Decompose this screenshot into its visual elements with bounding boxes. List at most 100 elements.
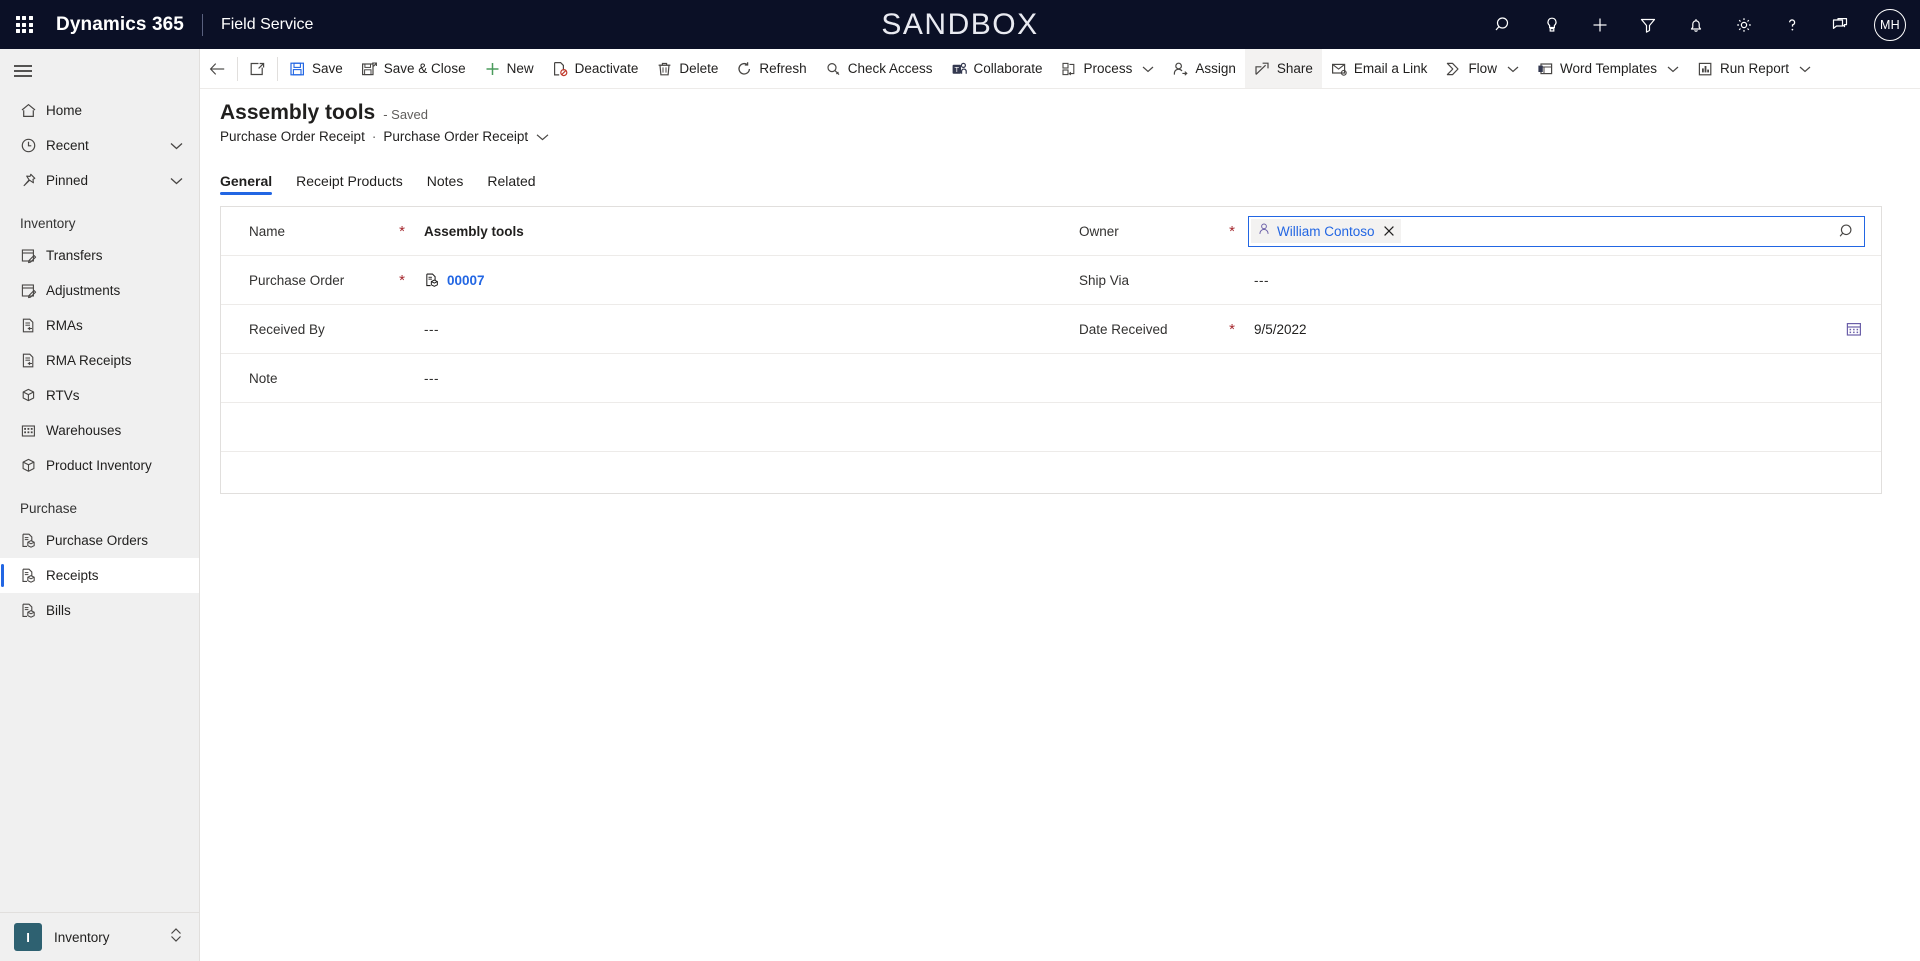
received-by-input[interactable]: --- bbox=[409, 322, 1035, 337]
command-label: Run Report bbox=[1720, 61, 1790, 76]
required-indicator: * bbox=[399, 222, 405, 240]
quick-create-icon[interactable] bbox=[1576, 0, 1624, 49]
save-state-label: - Saved bbox=[383, 107, 429, 122]
sidebar-item-pinned[interactable]: Pinned bbox=[0, 163, 199, 198]
chevron-down-icon[interactable] bbox=[1503, 65, 1519, 73]
assign-button[interactable]: Assign bbox=[1163, 49, 1245, 88]
sidebar-item-label: RMA Receipts bbox=[46, 353, 132, 368]
area-switcher[interactable]: I Inventory bbox=[0, 912, 199, 961]
chevron-down-icon[interactable] bbox=[1138, 65, 1154, 73]
command-label: Share bbox=[1276, 61, 1313, 76]
notifications-bell-icon[interactable] bbox=[1672, 0, 1720, 49]
tab-notes[interactable]: Notes bbox=[415, 173, 476, 195]
deactivate-button[interactable]: Deactivate bbox=[543, 49, 648, 88]
search-icon[interactable] bbox=[1838, 222, 1860, 241]
word-templates-button[interactable]: Word Templates bbox=[1528, 49, 1688, 88]
area-badge: I bbox=[14, 923, 42, 951]
filter-icon[interactable] bbox=[1624, 0, 1672, 49]
breadcrumb-current[interactable]: Purchase Order Receipt bbox=[383, 129, 528, 144]
tab-receipt-products[interactable]: Receipt Products bbox=[284, 173, 415, 195]
sidebar-item-label: Warehouses bbox=[46, 423, 122, 438]
sidebar-item-home[interactable]: Home bbox=[0, 93, 199, 128]
app-name-label[interactable]: Field Service bbox=[221, 16, 313, 34]
command-divider bbox=[237, 56, 238, 81]
chevron-down-icon[interactable] bbox=[170, 177, 199, 185]
document-return-icon bbox=[20, 352, 44, 369]
brand-dynamics365[interactable]: Dynamics 365 bbox=[48, 14, 184, 36]
open-in-new-window-icon bbox=[249, 61, 266, 77]
share-button[interactable]: Share bbox=[1244, 49, 1322, 88]
run-report-button[interactable]: Run Report bbox=[1688, 49, 1820, 88]
general-tab-panel: Name * Assembly tools Purchase Order * 0… bbox=[220, 206, 1882, 494]
command-label: Save & Close bbox=[383, 61, 466, 76]
top-nav-actions: MH bbox=[1480, 0, 1920, 49]
app-launcher-icon[interactable] bbox=[0, 0, 48, 49]
help-question-icon[interactable] bbox=[1768, 0, 1816, 49]
owner-lookup-input[interactable]: William Contoso bbox=[1248, 215, 1865, 247]
chevron-up-down-icon[interactable] bbox=[169, 926, 199, 949]
document-box-icon bbox=[20, 532, 44, 549]
back-button[interactable] bbox=[200, 49, 235, 88]
sidebar-item-recent[interactable]: Recent bbox=[0, 128, 199, 163]
refresh-button[interactable]: Refresh bbox=[727, 49, 815, 88]
chevron-down-icon[interactable] bbox=[528, 133, 549, 141]
sidebar-item-label: Adjustments bbox=[46, 283, 121, 298]
menu-icon[interactable] bbox=[0, 49, 199, 93]
lightbulb-icon[interactable] bbox=[1528, 0, 1576, 49]
new-button[interactable]: New bbox=[475, 49, 543, 88]
sidebar-item-purchase-orders[interactable]: Purchase Orders bbox=[0, 523, 199, 558]
email-a-link-button[interactable]: Email a Link bbox=[1322, 49, 1437, 88]
settings-gear-icon[interactable] bbox=[1720, 0, 1768, 49]
email-link-icon bbox=[1331, 61, 1348, 77]
breadcrumb-parent[interactable]: Purchase Order Receipt bbox=[220, 129, 365, 144]
page-title: Assembly tools bbox=[220, 101, 376, 124]
flow-button[interactable]: Flow bbox=[1436, 49, 1528, 88]
chevron-down-icon[interactable] bbox=[1663, 65, 1679, 73]
purchase-order-lookup[interactable]: 00007 bbox=[409, 272, 1035, 288]
calendar-icon[interactable] bbox=[1845, 320, 1865, 338]
sidebar-item-warehouses[interactable]: Warehouses bbox=[0, 413, 199, 448]
command-bar: Save Save & Close New Deactivate Delete … bbox=[200, 49, 1920, 89]
building-icon bbox=[20, 422, 44, 439]
sidebar-item-rtvs[interactable]: RTVs bbox=[0, 378, 199, 413]
owner-pill[interactable]: William Contoso bbox=[1251, 219, 1401, 243]
box-icon bbox=[20, 457, 44, 474]
note-input[interactable]: --- bbox=[409, 371, 1035, 386]
document-box-icon bbox=[424, 272, 440, 288]
document-return-icon bbox=[20, 317, 44, 334]
delete-button[interactable]: Delete bbox=[647, 49, 727, 88]
form-spacer-row bbox=[221, 452, 1051, 501]
close-icon[interactable] bbox=[1381, 225, 1397, 237]
clock-icon bbox=[20, 137, 44, 154]
chevron-down-icon[interactable] bbox=[1795, 65, 1811, 73]
sidebar-item-bills[interactable]: Bills bbox=[0, 593, 199, 628]
tab-related[interactable]: Related bbox=[475, 173, 547, 195]
date-received-input[interactable]: 9/5/2022 bbox=[1239, 320, 1865, 338]
process-button[interactable]: Process bbox=[1052, 49, 1164, 88]
chevron-down-icon[interactable] bbox=[170, 142, 199, 150]
sidebar-item-product-inventory[interactable]: Product Inventory bbox=[0, 448, 199, 483]
ship-via-input[interactable]: --- bbox=[1239, 273, 1865, 288]
feedback-chat-icon[interactable] bbox=[1816, 0, 1864, 49]
sidebar-item-transfers[interactable]: Transfers bbox=[0, 238, 199, 273]
search-icon[interactable] bbox=[1480, 0, 1528, 49]
save-button[interactable]: Save bbox=[280, 49, 352, 88]
sidebar-item-receipts[interactable]: Receipts bbox=[0, 558, 199, 593]
open-in-new-window-button[interactable] bbox=[240, 49, 275, 88]
owner-name-label: William Contoso bbox=[1277, 223, 1375, 239]
command-label: Process bbox=[1083, 61, 1133, 76]
collaborate-button[interactable]: T Collaborate bbox=[942, 49, 1052, 88]
sidebar-item-rmas[interactable]: RMAs bbox=[0, 308, 199, 343]
sidebar-item-adjustments[interactable]: Adjustments bbox=[0, 273, 199, 308]
sidebar-item-label: Home bbox=[46, 103, 83, 118]
sidebar-item-rma-receipts[interactable]: RMA Receipts bbox=[0, 343, 199, 378]
check-access-button[interactable]: Check Access bbox=[816, 49, 942, 88]
name-input[interactable]: Assembly tools bbox=[409, 224, 1035, 239]
box-return-icon bbox=[20, 387, 44, 404]
tab-general[interactable]: General bbox=[220, 173, 284, 195]
user-avatar[interactable]: MH bbox=[1874, 8, 1906, 41]
purchase-order-link[interactable]: 00007 bbox=[447, 273, 485, 288]
save-and-close-button[interactable]: Save & Close bbox=[352, 49, 475, 88]
record-header: Assembly tools - Saved Purchase Order Re… bbox=[200, 89, 1920, 145]
sidebar-group-purchase: Purchase bbox=[20, 501, 78, 516]
